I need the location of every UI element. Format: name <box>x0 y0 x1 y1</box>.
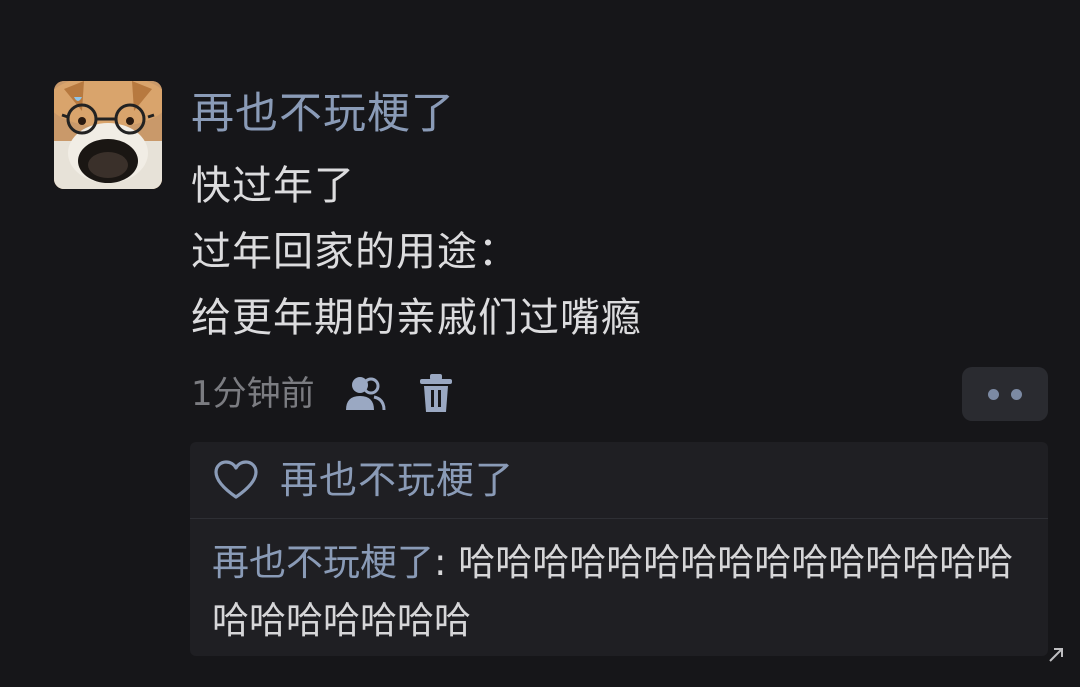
more-dots-icon <box>988 389 999 400</box>
liker-name[interactable]: 再也不玩梗了 <box>280 456 514 504</box>
more-button[interactable] <box>962 367 1048 421</box>
more-dots-icon <box>1011 389 1022 400</box>
post-line: 快过年了 <box>191 163 355 209</box>
reply-author[interactable]: 再也不玩梗了 <box>212 541 434 584</box>
post-author[interactable]: 再也不玩梗了 <box>191 88 455 140</box>
interaction-panel: 再也不玩梗了 再也不玩梗了: 哈哈哈哈哈哈哈哈哈哈哈哈哈哈哈哈哈哈哈哈哈哈 <box>190 442 1048 656</box>
reply-comment[interactable]: 再也不玩梗了: 哈哈哈哈哈哈哈哈哈哈哈哈哈哈哈哈哈哈哈哈哈哈 <box>212 534 1032 650</box>
shiba-dog-avatar-icon <box>54 81 162 189</box>
divider <box>190 518 1048 519</box>
post-line: 给更年期的亲戚们过嘴瘾 <box>191 295 642 341</box>
heart-icon[interactable] <box>214 460 258 500</box>
post-content: 快过年了 过年回家的用途： 给更年期的亲戚们过嘴瘾 <box>191 153 1031 351</box>
post-time: 1分钟前 <box>191 374 315 414</box>
people-icon[interactable] <box>344 374 386 414</box>
avatar[interactable] <box>54 81 162 189</box>
post-line: 过年回家的用途： <box>191 229 519 275</box>
likes-row: 再也不玩梗了 <box>190 442 1048 518</box>
corner-arrow-icon <box>1049 648 1063 662</box>
trash-icon[interactable] <box>418 374 458 414</box>
reply-separator: : <box>434 541 459 584</box>
